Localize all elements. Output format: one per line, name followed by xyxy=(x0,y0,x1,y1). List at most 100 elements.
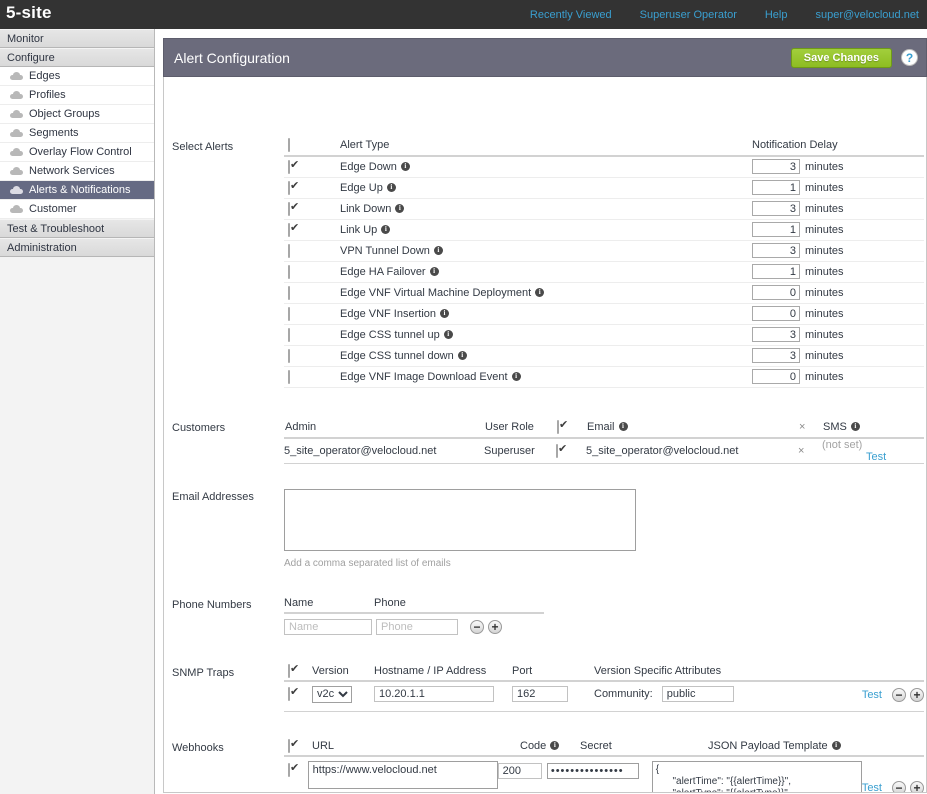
alert-type-label: Link Up xyxy=(340,223,378,236)
snmp-row-checkbox[interactable] xyxy=(288,686,290,701)
webhook-row-checkbox[interactable] xyxy=(288,762,290,777)
email-clear-header-cell: × xyxy=(798,419,822,439)
save-changes-button[interactable]: Save Changes xyxy=(790,47,892,68)
notification-delay-input[interactable] xyxy=(752,222,800,238)
snmp-port-input[interactable] xyxy=(512,685,568,702)
notification-delay-input[interactable] xyxy=(752,285,800,301)
nav-superuser-operator[interactable]: Superuser Operator xyxy=(640,9,737,21)
snmp-community-input[interactable] xyxy=(661,685,734,702)
info-icon[interactable]: i xyxy=(850,422,860,432)
phone-number-input[interactable] xyxy=(376,618,458,635)
notification-delay-input[interactable] xyxy=(752,348,800,364)
alert-enable-checkbox[interactable] xyxy=(288,285,290,300)
alert-checkbox-cell xyxy=(284,345,340,367)
sidebar-item-alerts-notifications[interactable]: Alerts & Notifications xyxy=(0,181,154,200)
sidebar-item-network-services[interactable]: Network Services xyxy=(0,162,154,181)
add-phone-button[interactable]: + xyxy=(488,619,502,634)
info-icon[interactable]: i xyxy=(381,225,391,235)
sidebar-item-object-groups[interactable]: Object Groups xyxy=(0,105,154,124)
notification-delay-header: Notification Delay xyxy=(752,139,924,158)
info-icon[interactable]: i xyxy=(535,288,545,298)
add-webhook-button[interactable]: + xyxy=(910,780,924,792)
remove-webhook-button[interactable]: − xyxy=(892,780,906,792)
alert-enable-checkbox[interactable] xyxy=(288,327,290,342)
sidebar-item-overlay-flow-control[interactable]: Overlay Flow Control xyxy=(0,143,154,162)
webhook-code-input[interactable] xyxy=(497,762,542,779)
email-addresses-textarea[interactable] xyxy=(284,488,636,551)
webhook-url-input[interactable]: https://www.velocloud.net xyxy=(307,760,498,789)
remove-phone-button[interactable]: − xyxy=(470,619,484,634)
alert-enable-checkbox[interactable] xyxy=(288,201,290,216)
alert-enable-checkbox[interactable] xyxy=(288,306,290,321)
notification-delay-input[interactable] xyxy=(752,369,800,385)
close-icon[interactable]: × xyxy=(799,421,805,433)
info-icon[interactable]: i xyxy=(395,204,405,214)
info-icon[interactable]: i xyxy=(400,162,410,172)
sidebar-item-profiles[interactable]: Profiles xyxy=(0,86,154,105)
page-header: Alert Configuration Save Changes ? xyxy=(163,38,927,77)
sidebar-item-label: Segments xyxy=(29,126,79,139)
delay-unit-label: minutes xyxy=(805,202,844,215)
webhook-json-payload-input[interactable]: { "alertTime": "{{alertTime}}", "alertTy… xyxy=(651,760,862,792)
alert-checkbox-cell xyxy=(284,261,340,283)
alert-enable-checkbox[interactable] xyxy=(288,159,290,174)
alert-enable-checkbox[interactable] xyxy=(288,180,290,195)
customer-sms-cell: (not set) Test xyxy=(822,437,924,464)
nav-user-account[interactable]: super@velocloud.net xyxy=(815,9,919,21)
add-snmp-button[interactable]: + xyxy=(910,687,924,702)
info-icon[interactable]: i xyxy=(511,372,521,382)
sidebar-item-customer[interactable]: Customer xyxy=(0,200,154,219)
delay-unit-label: minutes xyxy=(805,349,844,362)
email-select-all-checkbox[interactable] xyxy=(557,419,559,434)
select-all-checkbox[interactable] xyxy=(288,138,290,153)
sms-test-link[interactable]: Test xyxy=(866,451,886,463)
notification-delay-input[interactable] xyxy=(752,159,800,175)
info-icon[interactable]: i xyxy=(831,741,841,751)
user-role-header: User Role xyxy=(484,419,556,439)
alert-enable-checkbox[interactable] xyxy=(288,243,290,258)
alert-enable-checkbox[interactable] xyxy=(288,222,290,237)
cloud-icon xyxy=(10,147,23,156)
notification-delay-input[interactable] xyxy=(752,306,800,322)
notification-delay-input[interactable] xyxy=(752,264,800,280)
notification-delay-input[interactable] xyxy=(752,180,800,196)
customer-email-checkbox[interactable] xyxy=(556,443,558,458)
info-icon[interactable]: i xyxy=(457,351,467,361)
snmp-test-link[interactable]: Test xyxy=(862,689,882,701)
info-icon[interactable]: i xyxy=(429,267,439,277)
customer-role-cell: Superuser xyxy=(484,437,556,464)
nav-recently-viewed[interactable]: Recently Viewed xyxy=(530,9,612,21)
sidebar-group-administration[interactable]: Administration xyxy=(0,238,154,257)
sidebar-group-test-troubleshoot[interactable]: Test & Troubleshoot xyxy=(0,219,154,238)
main-panel: Alert Configuration Save Changes ? Selec… xyxy=(163,38,927,794)
info-icon[interactable]: i xyxy=(550,741,560,751)
webhook-test-link[interactable]: Test xyxy=(862,782,882,792)
notification-delay-input[interactable] xyxy=(752,243,800,259)
info-icon[interactable]: i xyxy=(440,309,449,319)
alert-enable-checkbox[interactable] xyxy=(288,264,290,279)
sidebar-group-configure[interactable]: Configure xyxy=(0,48,154,67)
sidebar-group-monitor[interactable]: Monitor xyxy=(0,29,154,48)
alert-enable-checkbox[interactable] xyxy=(288,348,290,363)
webhooks-label: Webhooks xyxy=(172,741,224,754)
webhook-secret-input[interactable] xyxy=(546,762,639,779)
info-icon[interactable]: i xyxy=(443,330,453,340)
remove-snmp-button[interactable]: − xyxy=(892,687,906,702)
snmp-select-all-checkbox[interactable] xyxy=(288,663,290,678)
close-icon[interactable]: × xyxy=(798,445,804,457)
info-icon[interactable]: i xyxy=(433,246,443,256)
webhook-select-all-checkbox[interactable] xyxy=(288,738,290,753)
snmp-hostname-input[interactable] xyxy=(374,685,494,702)
sidebar-item-segments[interactable]: Segments xyxy=(0,124,154,143)
info-icon[interactable]: i xyxy=(618,422,628,432)
snmp-version-select[interactable]: v2c xyxy=(312,685,352,703)
nav-help[interactable]: Help xyxy=(765,9,788,21)
sidebar-item-edges[interactable]: Edges xyxy=(0,67,154,86)
notification-delay-input[interactable] xyxy=(752,201,800,217)
alert-type-cell: Edge Down i xyxy=(340,156,752,178)
notification-delay-input[interactable] xyxy=(752,327,800,343)
help-icon[interactable]: ? xyxy=(901,49,918,66)
alert-enable-checkbox[interactable] xyxy=(288,369,290,384)
phone-name-input[interactable] xyxy=(284,618,372,635)
info-icon[interactable]: i xyxy=(386,183,396,193)
